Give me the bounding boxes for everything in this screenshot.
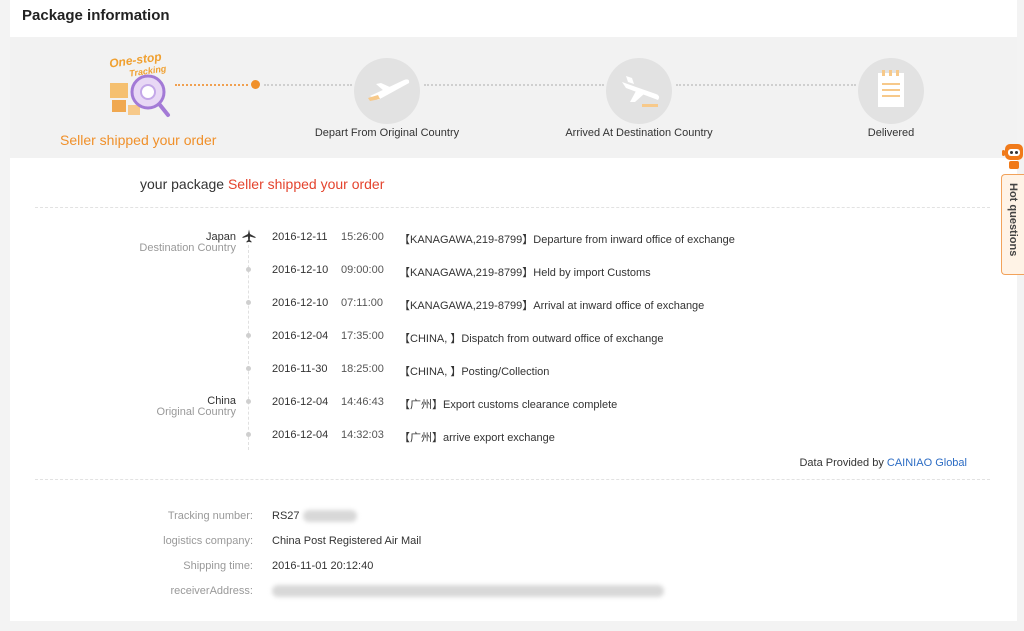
tracking-event: 2016-12-10 07:11:00 【KANAGAWA,219-8799】A…: [272, 297, 872, 312]
event-date: 2016-12-11: [272, 231, 328, 243]
event-time: 14:32:03: [341, 429, 384, 441]
progress-dots: [676, 84, 856, 86]
tracking-event: 2016-11-30 18:25:00 【CHINA, 】Posting/Col…: [272, 363, 872, 378]
event-time: 07:11:00: [341, 297, 384, 309]
event-description: 【KANAGAWA,219-8799】Held by import Custom…: [399, 267, 651, 279]
logistics-company-label: logistics company:: [163, 535, 253, 547]
timeline-dot: [246, 432, 251, 437]
data-provider: Data Provided by CAINIAO Global: [799, 457, 967, 469]
event-date: 2016-12-04: [272, 429, 329, 441]
destination-country-label: Destination Country: [139, 242, 236, 254]
progress-dots: [264, 84, 352, 86]
redacted-tracking-digits: [302, 510, 357, 523]
event-time: 15:26:00: [341, 231, 384, 243]
receiver-address-value: [272, 585, 664, 598]
tracking-event: 2016-12-04 17:35:00 【CHINA, 】Dispatch fr…: [272, 330, 872, 345]
document-icon: [858, 58, 924, 124]
progress-current-dot: [251, 80, 260, 89]
event-date: 2016-12-04: [272, 396, 329, 408]
event-time: 17:35:00: [341, 330, 384, 342]
event-date: 2016-12-10: [272, 297, 329, 309]
timeline-line: [248, 245, 249, 450]
event-description: 【广州】arrive export exchange: [399, 432, 555, 444]
hot-questions-label[interactable]: Hot questions: [1005, 183, 1019, 256]
step-arrived-label: Arrived At Destination Country: [565, 127, 713, 139]
receiver-address-label: receiverAddress:: [170, 585, 253, 597]
timeline-dot: [246, 267, 251, 272]
plane-departure-icon: [354, 58, 420, 124]
tracking-event: 2016-12-11 15:26:00 【KANAGAWA,219-8799】D…: [272, 231, 872, 246]
timeline-dot: [246, 300, 251, 305]
page-title: Package information: [22, 7, 170, 24]
cainiao-global-link[interactable]: CAINIAO Global: [887, 457, 967, 469]
event-date: 2016-12-10: [272, 264, 329, 276]
tracking-progress-banner: One-stop Tracking Seller shipped your or…: [10, 37, 1017, 158]
event-description: 【CHINA, 】Dispatch from outward office of…: [399, 333, 664, 345]
status-value: Seller shipped your order: [227, 176, 385, 192]
data-provider-prefix: Data Provided by: [799, 457, 884, 469]
step-seller-shipped-label: Seller shipped your order: [60, 132, 217, 148]
event-description: 【CHINA, 】Posting/Collection: [399, 366, 550, 378]
event-time: 09:00:00: [341, 264, 384, 276]
timeline-dot: [246, 333, 251, 338]
plane-arrival-icon: [606, 58, 672, 124]
shipping-time-value: 2016-11-01 20:12:40: [272, 560, 374, 572]
one-stop-tracking-logo-icon: [110, 74, 170, 117]
step-depart-label: Depart From Original Country: [314, 127, 460, 139]
tracking-event: 2016-12-10 09:00:00 【KANAGAWA,219-8799】H…: [272, 264, 872, 279]
progress-dots-done: [175, 84, 248, 86]
status-prefix: your package: [140, 176, 225, 192]
shipping-time-label: Shipping time:: [183, 560, 253, 572]
event-date: 2016-12-04: [272, 330, 329, 342]
tracking-event: 2016-12-04 14:32:03 【广州】arrive export ex…: [272, 429, 872, 444]
progress-dots: [424, 84, 604, 86]
step-delivered-label: Delivered: [867, 127, 915, 139]
redacted-address: [272, 585, 664, 598]
tracking-number-value: RS27: [272, 510, 357, 523]
logistics-company-value: China Post Registered Air Mail: [272, 535, 422, 547]
robot-assistant-icon[interactable]: [1002, 142, 1024, 172]
package-status: your package Seller shipped your order: [140, 176, 384, 192]
plane-icon: [242, 229, 256, 243]
event-description: 【KANAGAWA,219-8799】Departure from inward…: [399, 234, 735, 246]
origin-country-label: Original Country: [156, 406, 236, 418]
timeline-dot: [246, 366, 251, 371]
event-date: 2016-11-30: [272, 363, 328, 375]
event-time: 18:25:00: [341, 363, 384, 375]
event-description: 【KANAGAWA,219-8799】Arrival at inward off…: [399, 300, 705, 312]
event-description: 【广州】Export customs clearance complete: [399, 399, 618, 411]
divider: [35, 479, 990, 480]
event-time: 14:46:43: [341, 396, 384, 408]
tracking-event: 2016-12-04 14:46:43 【广州】Export customs c…: [272, 396, 872, 411]
tracking-number-label: Tracking number:: [167, 510, 253, 522]
divider: [35, 207, 990, 208]
timeline-dot: [246, 399, 251, 404]
tracking-number-prefix: RS27: [272, 510, 300, 522]
